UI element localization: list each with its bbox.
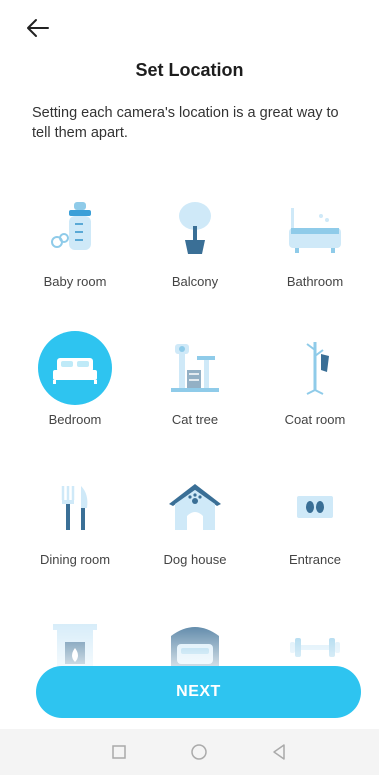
location-entrance[interactable]: Entrance: [260, 470, 370, 567]
coat-rack-icon: [306, 342, 329, 395]
back-button[interactable]: [26, 18, 50, 38]
recent-apps-button[interactable]: [108, 741, 130, 763]
baby-bottle-icon: [51, 202, 91, 250]
location-bathroom[interactable]: Bathroom: [260, 192, 370, 289]
potted-tree-icon: [179, 202, 211, 254]
location-label: Cat tree: [171, 412, 219, 427]
cat-tree-icon: [171, 344, 219, 392]
square-icon: [112, 745, 126, 759]
location-balcony[interactable]: Balcony: [140, 192, 250, 289]
triangle-back-icon: [273, 744, 285, 760]
location-label: Baby room: [43, 274, 107, 289]
bed-icon: [38, 331, 112, 405]
location-label: Bedroom: [48, 412, 102, 427]
footprints-mat-icon: [297, 496, 333, 518]
bathtub-icon: [289, 208, 341, 253]
next-button[interactable]: NEXT: [36, 666, 361, 718]
location-cat-tree[interactable]: Cat tree: [140, 330, 250, 427]
home-button[interactable]: [188, 741, 210, 763]
location-dog-house[interactable]: Dog house: [140, 470, 250, 567]
dog-house-icon: [169, 484, 221, 530]
system-back-button[interactable]: [268, 741, 290, 763]
fork-knife-icon: [61, 486, 88, 530]
location-label: Balcony: [171, 274, 219, 289]
location-bedroom[interactable]: Bedroom: [20, 330, 130, 427]
location-label: Entrance: [288, 552, 342, 567]
circle-icon: [191, 744, 207, 760]
page-description: Setting each camera's location is a grea…: [32, 105, 339, 141]
system-nav-bar: [0, 729, 379, 775]
location-label: Dog house: [163, 552, 227, 567]
location-label: Dining room: [39, 552, 111, 567]
location-coat-room[interactable]: Coat room: [260, 330, 370, 427]
page-title: Set Location: [135, 60, 244, 80]
location-label: Coat room: [284, 412, 346, 427]
location-dining-room[interactable]: Dining room: [20, 470, 130, 567]
arrow-left-icon: [27, 19, 49, 37]
location-label: Bathroom: [286, 274, 344, 289]
location-baby-room[interactable]: Baby room: [20, 192, 130, 289]
